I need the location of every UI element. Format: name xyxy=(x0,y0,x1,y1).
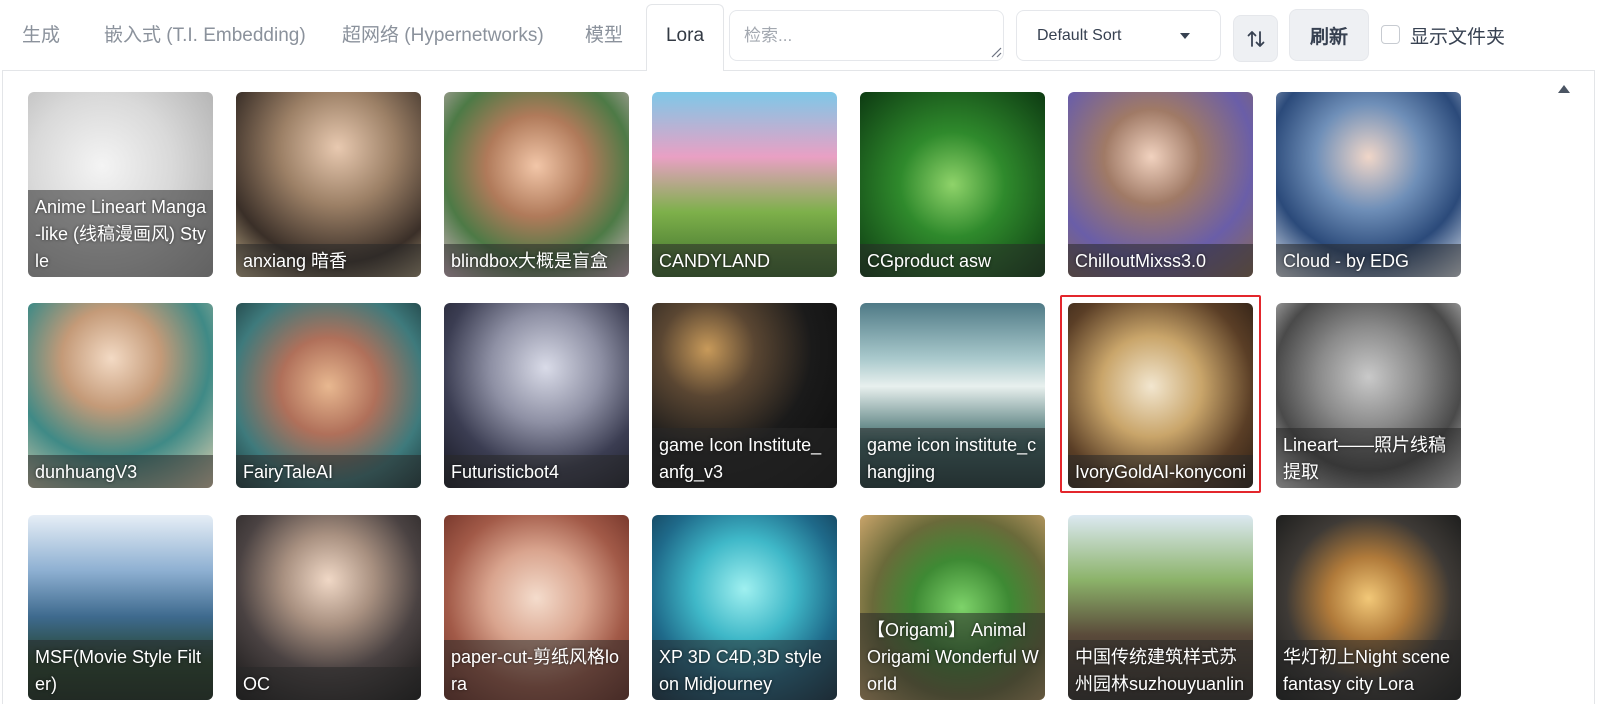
card-title: CANDYLAND xyxy=(652,244,837,277)
card-title: 【Origami】 Animal Origami Wonderful World xyxy=(860,613,1045,700)
card-title: ChilloutMixss3.0 xyxy=(1068,244,1253,277)
resize-grip-icon[interactable] xyxy=(990,46,1002,58)
card-title: Anime Lineart Manga-like (线稿漫画风) Style xyxy=(28,190,213,277)
card-title: blindbox大概是盲盒 xyxy=(444,244,629,277)
lora-card[interactable]: Futuristicbot4 xyxy=(444,303,629,488)
lora-card[interactable]: CGproduct asw xyxy=(860,92,1045,277)
lora-card[interactable]: 华灯初上Night scenefantasy city Lora xyxy=(1276,515,1461,700)
card-title: Futuristicbot4 xyxy=(444,455,629,488)
card-title: Lineart——照片线稿提取 xyxy=(1276,428,1461,488)
lora-card[interactable]: FairyTaleAI xyxy=(236,303,421,488)
lora-card[interactable]: Cloud - by EDG xyxy=(1276,92,1461,277)
sort-dropdown-value: Default Sort xyxy=(1037,27,1122,44)
search-input[interactable] xyxy=(729,10,1004,61)
lora-card[interactable]: IvoryGoldAI-konyconi xyxy=(1068,303,1253,488)
lora-card[interactable]: anxiang 暗香 xyxy=(236,92,421,277)
lora-card[interactable]: CANDYLAND xyxy=(652,92,837,277)
lora-card[interactable]: 中国传统建筑样式苏州园林suzhouyuanlin xyxy=(1068,515,1253,700)
lora-card[interactable]: paper-cut-剪纸风格lora xyxy=(444,515,629,700)
card-title: dunhuangV3 xyxy=(28,455,213,488)
chevron-down-icon xyxy=(1180,33,1190,39)
card-title: game icon institute_changjing xyxy=(860,428,1045,488)
card-title: FairyTaleAI xyxy=(236,455,421,488)
refresh-button[interactable]: 刷新 xyxy=(1289,9,1369,61)
card-title: XP 3D C4D,3D style on Midjourney xyxy=(652,640,837,700)
card-title: Cloud - by EDG xyxy=(1276,244,1461,277)
card-title: anxiang 暗香 xyxy=(236,244,421,277)
tab-hypernetworks[interactable]: 超网络 (Hypernetworks) xyxy=(342,0,544,70)
card-title: OC xyxy=(236,667,421,700)
tab-bar: 生成 嵌入式 (T.I. Embedding) 超网络 (Hypernetwor… xyxy=(0,0,1597,71)
card-title: IvoryGoldAI-konyconi xyxy=(1068,455,1253,488)
lora-card[interactable]: Lineart——照片线稿提取 xyxy=(1276,303,1461,488)
lora-card[interactable]: OC xyxy=(236,515,421,700)
card-title: game Icon Institute_anfg_v3 xyxy=(652,428,837,488)
card-title: 华灯初上Night scenefantasy city Lora xyxy=(1276,640,1461,700)
card-title: 中国传统建筑样式苏州园林suzhouyuanlin xyxy=(1068,640,1253,700)
show-folders-label: 显示文件夹 xyxy=(1410,27,1506,48)
lora-card[interactable]: game Icon Institute_anfg_v3 xyxy=(652,303,837,488)
lora-card[interactable]: Anime Lineart Manga-like (线稿漫画风) Style xyxy=(28,92,213,277)
scroll-up-icon[interactable] xyxy=(1558,85,1570,93)
card-title: MSF(Movie Style Filter) xyxy=(28,640,213,700)
lora-card[interactable]: game icon institute_changjing xyxy=(860,303,1045,488)
card-title: paper-cut-剪纸风格lora xyxy=(444,640,629,700)
tab-generate[interactable]: 生成 xyxy=(22,0,60,70)
lora-card[interactable]: XP 3D C4D,3D style on Midjourney xyxy=(652,515,837,700)
lora-card[interactable]: MSF(Movie Style Filter) xyxy=(28,515,213,700)
lora-card[interactable]: dunhuangV3 xyxy=(28,303,213,488)
card-title: CGproduct asw xyxy=(860,244,1045,277)
lora-card[interactable]: 【Origami】 Animal Origami Wonderful World xyxy=(860,515,1045,700)
tab-lora[interactable]: Lora xyxy=(646,4,724,71)
tab-textual-inversion[interactable]: 嵌入式 (T.I. Embedding) xyxy=(104,0,306,70)
tab-models[interactable]: 模型 xyxy=(585,0,623,70)
sort-order-button[interactable] xyxy=(1233,15,1278,62)
sort-arrows-icon xyxy=(1247,30,1264,47)
show-folders-checkbox[interactable] xyxy=(1381,25,1400,44)
lora-card[interactable]: blindbox大概是盲盒 xyxy=(444,92,629,277)
lora-card[interactable]: ChilloutMixss3.0 xyxy=(1068,92,1253,277)
sort-dropdown[interactable]: Default Sort xyxy=(1016,10,1221,61)
